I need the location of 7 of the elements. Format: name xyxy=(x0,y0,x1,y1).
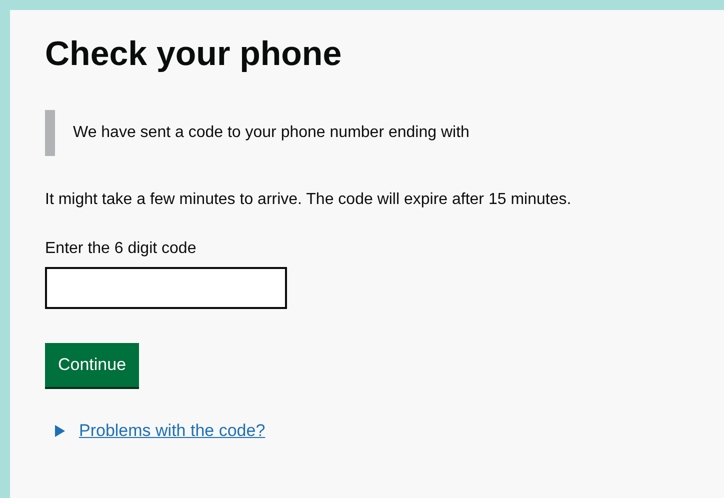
body-text: It might take a few minutes to arrive. The code will expire after 15 minutes. xyxy=(45,190,572,210)
inset-text: We have sent a code to your phone number ending with xyxy=(45,110,593,156)
field-label: Enter the 6 digit code xyxy=(45,239,198,259)
code-input-field[interactable] xyxy=(45,267,287,309)
page-heading: Check your phone xyxy=(45,34,343,75)
problems-link[interactable]: Problems with the code? xyxy=(79,421,266,441)
continue-button[interactable]: Continue xyxy=(45,343,140,387)
